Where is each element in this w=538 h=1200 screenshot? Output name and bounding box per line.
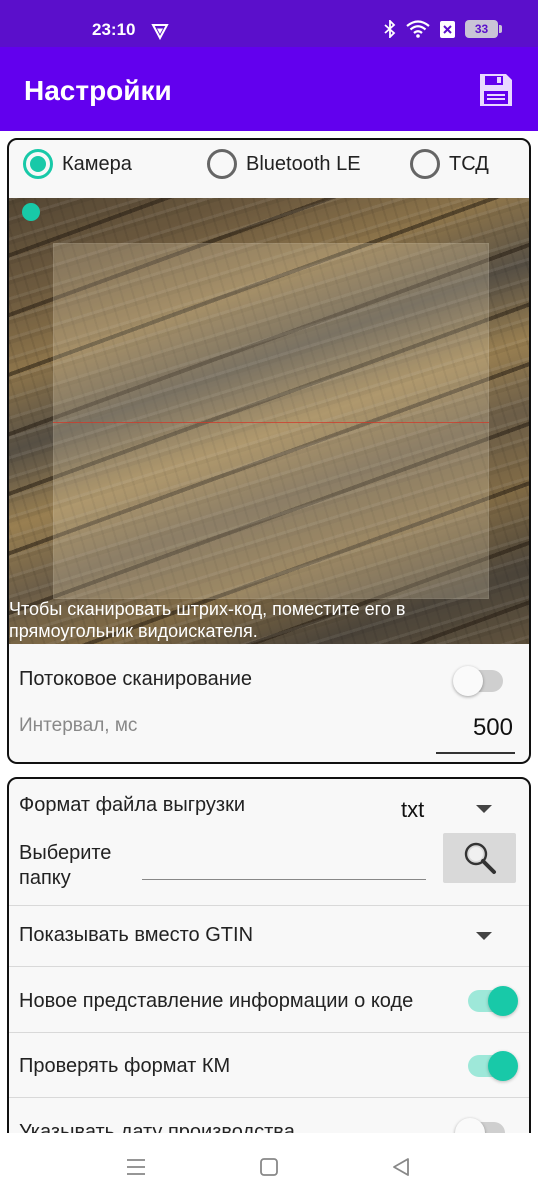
folder-label: Выберите папку — [19, 842, 112, 889]
radio-tsd[interactable]: ТСД — [410, 149, 489, 179]
status-icons: 33 — [384, 20, 502, 38]
sim-off-icon — [440, 20, 455, 38]
status-bar: 23:10 33 — [0, 0, 538, 47]
check-km-format-toggle[interactable] — [468, 1051, 518, 1081]
radio-unchecked-icon — [207, 149, 237, 179]
menu-icon[interactable] — [124, 1155, 148, 1179]
back-icon[interactable] — [389, 1155, 413, 1179]
battery-icon: 33 — [465, 20, 502, 38]
wifi-icon — [406, 20, 430, 38]
radio-checked-icon — [23, 149, 53, 179]
interval-label: Интервал, мс — [19, 715, 138, 736]
viewfinder-rectangle — [53, 243, 489, 599]
radio-bluetooth-le-label: Bluetooth LE — [246, 152, 361, 175]
toggle-label: Новое представление информации о коде — [19, 990, 414, 1012]
gtin-display-label: Показывать вместо GTIN — [19, 924, 254, 946]
streaming-scan-label: Потоковое сканирование — [19, 668, 253, 690]
vpn-icon — [151, 24, 169, 40]
radio-bluetooth-le[interactable]: Bluetooth LE — [207, 149, 361, 179]
app-bar: Настройки — [0, 47, 538, 131]
save-icon[interactable] — [478, 72, 514, 108]
scanner-source-group: Камера Bluetooth LE ТСД — [9, 140, 529, 190]
home-icon[interactable] — [257, 1155, 281, 1179]
bluetooth-icon — [384, 20, 396, 38]
focus-indicator — [22, 203, 40, 221]
new-code-view-toggle[interactable] — [468, 986, 518, 1016]
radio-unchecked-icon — [410, 149, 440, 179]
chevron-down-icon[interactable] — [476, 805, 492, 813]
camera-preview[interactable]: Чтобы сканировать штрих-код, поместите е… — [9, 198, 529, 644]
gtin-dropdown-chevron-icon[interactable] — [476, 932, 492, 940]
interval-input[interactable]: 500 — [436, 714, 515, 754]
export-format-select[interactable]: txt — [401, 797, 424, 823]
camera-hint: Чтобы сканировать штрих-код, поместите е… — [9, 599, 406, 641]
export-settings-card: Формат файла выгрузки txt Выберите папку… — [7, 777, 531, 1177]
export-format-label: Формат файла выгрузки — [19, 794, 245, 816]
toggle-label: Проверять формат КМ — [19, 1055, 231, 1077]
radio-camera[interactable]: Камера — [23, 149, 132, 179]
browse-folder-button[interactable] — [443, 833, 516, 883]
folder-path-field[interactable] — [142, 879, 426, 880]
radio-camera-label: Камера — [62, 152, 132, 175]
radio-tsd-label: ТСД — [449, 152, 489, 175]
scanner-settings-card: Камера Bluetooth LE ТСД Чтобы сканироват… — [7, 138, 531, 764]
navigation-bar — [0, 1133, 538, 1200]
streaming-scan-toggle[interactable] — [453, 666, 503, 696]
scan-line — [53, 422, 489, 423]
status-time: 23:10 — [92, 20, 136, 39]
search-icon — [464, 842, 496, 874]
page-title: Настройки — [24, 75, 172, 106]
